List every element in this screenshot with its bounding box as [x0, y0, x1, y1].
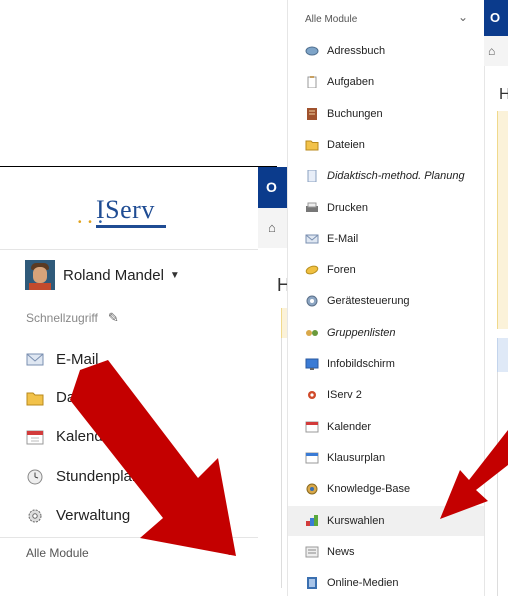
info-screen-icon: [305, 358, 319, 370]
media-icon: [305, 577, 319, 590]
user-menu[interactable]: Roland Mandel ▼: [25, 259, 180, 291]
module-item-label: E-Mail: [327, 232, 359, 245]
module-item-label: Aufgaben: [327, 76, 375, 89]
gear-icon: [26, 508, 44, 524]
logo-underline: [96, 225, 166, 228]
exam-plan-icon: [305, 452, 319, 464]
home-icon[interactable]: ⌂: [488, 44, 495, 58]
module-item-infobildschirm[interactable]: Infobildschirm: [288, 349, 484, 379]
module-item-label: Knowledge-Base: [327, 483, 411, 496]
header-bar-right: O: [484, 0, 508, 36]
iserv-icon: [305, 389, 319, 401]
header-letter: O: [266, 179, 277, 195]
module-item-gerätesteuerung[interactable]: Gerätesteuerung: [288, 286, 484, 316]
pencil-icon[interactable]: ✎: [108, 310, 119, 326]
module-item-label: Kalender: [327, 420, 372, 433]
course-choice-icon: [305, 514, 319, 527]
module-item-label: Drucken: [327, 201, 368, 214]
document-icon: [305, 169, 319, 183]
module-item-online-medien[interactable]: Online-Medien: [288, 568, 484, 598]
module-item-label: Gerätesteuerung: [327, 295, 410, 308]
module-item-didaktisch-method-planung[interactable]: Didaktisch-method. Planung: [288, 161, 484, 191]
clipboard-icon: [305, 76, 319, 89]
module-item-aufgaben[interactable]: Aufgaben: [288, 67, 484, 97]
module-item-label: Adressbuch: [327, 45, 386, 57]
logo-text: IServ: [96, 195, 155, 224]
page-heading-fragment: H: [499, 86, 508, 103]
module-item-gruppenlisten[interactable]: Gruppenlisten: [288, 318, 484, 348]
notice-box-fragment: [497, 111, 508, 329]
module-item-drucken[interactable]: Drucken: [288, 193, 484, 223]
forum-icon: [305, 264, 319, 276]
quick-access-label: Schnellzugriff: [26, 311, 98, 325]
module-item-label: Buchungen: [327, 107, 383, 120]
user-name: Roland Mandel: [63, 266, 164, 284]
pointer-arrow-left: [70, 360, 236, 556]
home-icon[interactable]: ⌂: [268, 220, 276, 235]
caret-down-icon: ▼: [169, 269, 180, 281]
module-item-foren[interactable]: Foren: [288, 255, 484, 285]
info-box-fragment: [497, 338, 508, 372]
module-item-dateien[interactable]: Dateien: [288, 130, 484, 160]
calendar-icon: [26, 429, 44, 445]
header-letter: O: [490, 10, 501, 25]
iserv-logo[interactable]: • • • IServ: [78, 195, 168, 231]
module-item-news[interactable]: News: [288, 537, 484, 567]
ledger-icon: [305, 107, 319, 120]
module-item-label: Infobildschirm: [327, 358, 395, 370]
module-item-e-mail[interactable]: E-Mail: [288, 224, 484, 254]
group-icon: [305, 327, 319, 339]
envelope-icon: [305, 233, 319, 245]
breadcrumb-strip-right: ⌂: [484, 36, 508, 66]
chevron-down-icon[interactable]: ⌄: [458, 10, 468, 24]
dropdown-header[interactable]: Alle Module: [305, 14, 357, 25]
module-item-label: IServ 2: [327, 389, 362, 402]
avatar: [25, 260, 55, 290]
news-icon: [305, 546, 319, 558]
envelope-icon: [26, 352, 44, 368]
module-item-label: Online-Medien: [327, 577, 399, 590]
header-bar: O: [258, 167, 287, 208]
module-item-label: News: [327, 545, 355, 558]
address-book-icon: [305, 45, 319, 57]
module-item-label: Dateien: [327, 138, 365, 151]
module-item-label: Klausurplan: [327, 451, 386, 464]
folder-icon: [305, 139, 319, 151]
printer-icon: [305, 202, 319, 214]
module-item-label: Didaktisch-method. Planung: [327, 170, 465, 183]
module-item-label: Foren: [327, 264, 356, 277]
calendar-icon: [305, 421, 319, 433]
pointer-arrow-right: [440, 430, 508, 519]
knowledge-icon: [305, 483, 319, 495]
module-item-label: Kurswahlen: [327, 514, 385, 527]
module-item-adressbuch[interactable]: Adressbuch: [288, 36, 484, 66]
quick-access: Schnellzugriff ✎: [26, 310, 119, 326]
sidebar-divider: [0, 249, 258, 250]
folder-icon: [26, 390, 44, 406]
device-control-icon: [305, 295, 319, 307]
clock-icon: [26, 469, 44, 485]
module-item-label: Gruppenlisten: [327, 326, 396, 339]
breadcrumb-strip: ⌂: [258, 208, 287, 248]
module-item-buchungen[interactable]: Buchungen: [288, 99, 484, 129]
